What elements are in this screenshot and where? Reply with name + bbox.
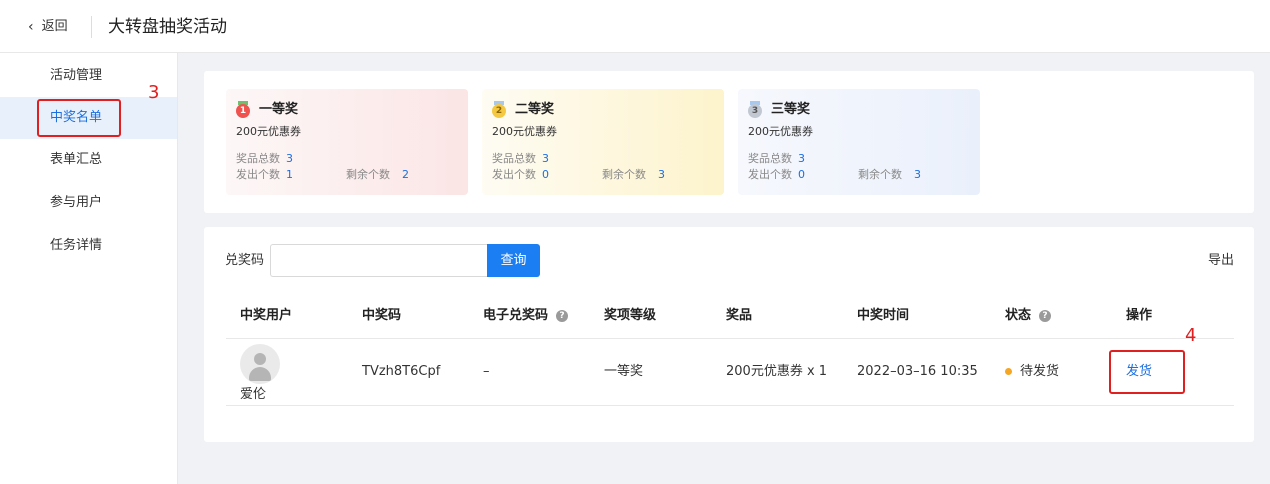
prize-total: 奖品总数 3 <box>236 152 293 165</box>
step-number-4: 4 <box>1185 325 1197 346</box>
status-badge: 待发货 <box>1005 364 1059 380</box>
medal-silver-icon: 3 <box>748 101 762 118</box>
highlight-box-sidebar <box>37 99 121 137</box>
prize-desc: 200元优惠券 <box>236 125 301 138</box>
prize-item: 200元优惠券 x 1 <box>726 364 828 379</box>
prize-desc: 200元优惠券 <box>748 125 813 138</box>
search-label: 兑奖码 <box>225 253 265 268</box>
medal-gold-red-icon: 1 <box>236 101 250 118</box>
prize-card-first: 1 一等奖 200元优惠券 奖品总数 3 发出个数 1 剩余个数 2 <box>226 89 468 195</box>
prize-name: 一等奖 <box>259 102 299 117</box>
prize-name: 二等奖 <box>515 102 555 117</box>
help-icon[interactable]: ? <box>1039 310 1052 322</box>
back-label: 返回 <box>41 19 68 34</box>
column-header-user: 中奖用户 <box>240 308 293 323</box>
win-time: 2022–03–16 10:35 <box>857 364 978 379</box>
step-number-3: 3 <box>148 82 160 103</box>
sidebar-item-form-summary[interactable]: 表单汇总 <box>0 139 177 181</box>
redeem-code-search-input[interactable] <box>270 244 488 277</box>
help-icon[interactable]: ? <box>556 310 569 322</box>
column-header-action: 操作 <box>1126 308 1153 323</box>
back-button[interactable]: ‹ 返回 <box>28 18 68 36</box>
prize-remaining: 剩余个数 2 <box>346 168 409 181</box>
avatar <box>240 344 280 384</box>
search-button[interactable]: 查询 <box>487 244 540 277</box>
medal-gold-icon: 2 <box>492 101 506 118</box>
prize-total: 奖品总数 3 <box>748 152 805 165</box>
column-header-prize: 奖品 <box>726 308 753 323</box>
prize-card-third: 3 三等奖 200元优惠券 奖品总数 3 发出个数 0 剩余个数 3 <box>738 89 980 195</box>
table-header-divider <box>226 338 1234 339</box>
prize-issued: 发出个数 0 <box>748 168 805 181</box>
highlight-box-action <box>1109 350 1185 394</box>
winner-code: TVzh8T6Cpf <box>362 364 441 379</box>
header-divider <box>91 16 92 38</box>
sidebar-item-participants[interactable]: 参与用户 <box>0 182 177 224</box>
column-header-level: 奖项等级 <box>604 308 657 323</box>
prize-remaining: 剩余个数 3 <box>602 168 665 181</box>
table-row-divider <box>226 405 1234 406</box>
winner-user-name: 爱伦 <box>240 387 267 402</box>
top-bar: ‹ 返回 大转盘抽奖活动 <box>0 0 1270 53</box>
chevron-left-icon: ‹ <box>28 19 34 35</box>
column-header-e-code: 电子兑奖码 ? <box>483 308 569 324</box>
column-header-time: 中奖时间 <box>857 308 910 323</box>
prize-remaining: 剩余个数 3 <box>858 168 921 181</box>
export-button[interactable]: 导出 <box>1208 253 1234 269</box>
prize-desc: 200元优惠券 <box>492 125 557 138</box>
electronic-code: – <box>483 364 490 379</box>
user-icon <box>254 353 266 365</box>
column-header-code: 中奖码 <box>362 308 402 323</box>
prize-level: 一等奖 <box>604 364 644 379</box>
prize-issued: 发出个数 1 <box>236 168 293 181</box>
prize-name: 三等奖 <box>771 102 811 117</box>
prize-total: 奖品总数 3 <box>492 152 549 165</box>
prize-card-second: 2 二等奖 200元优惠券 奖品总数 3 发出个数 0 剩余个数 3 <box>482 89 724 195</box>
prize-issued: 发出个数 0 <box>492 168 549 181</box>
sidebar-item-task-details[interactable]: 任务详情 <box>0 225 177 267</box>
pending-dot-icon <box>1005 368 1012 375</box>
column-header-status: 状态 ? <box>1005 308 1052 324</box>
page-title: 大转盘抽奖活动 <box>108 17 227 37</box>
